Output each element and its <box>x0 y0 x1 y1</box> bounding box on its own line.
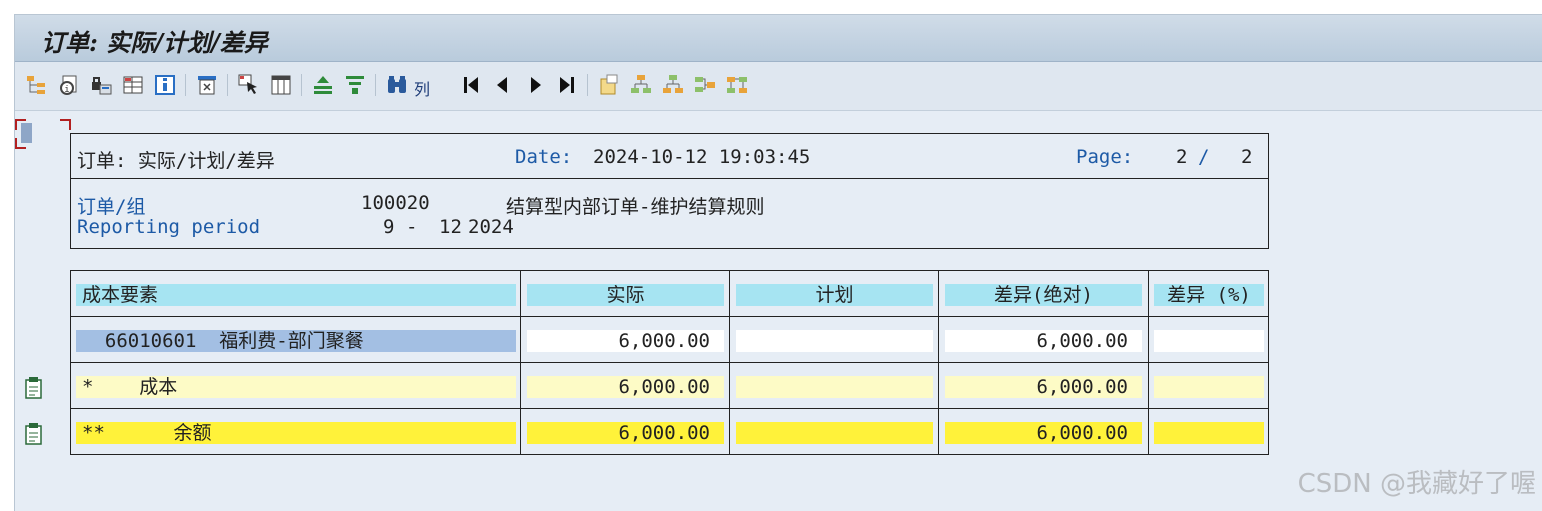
new-doc-icon[interactable] <box>597 73 621 97</box>
page-current: 2 <box>1176 146 1188 168</box>
actual-cell[interactable]: 6,000.00 <box>527 422 724 444</box>
columns-icon[interactable] <box>269 73 293 97</box>
order-description: 结算型内部订单-维护结算规则 <box>506 196 765 218</box>
toolbar: i 列 <box>15 62 1542 111</box>
next-page-icon[interactable] <box>523 73 547 97</box>
print-preview-icon[interactable] <box>195 73 219 97</box>
info-icon[interactable] <box>153 73 177 97</box>
column-header-actual[interactable]: 实际 <box>527 284 724 306</box>
table-row-total[interactable]: ** 余额 6,000.00 6,000.00 <box>71 409 1268 454</box>
lock-print-icon[interactable] <box>89 73 113 97</box>
plan-cell[interactable] <box>736 330 933 352</box>
period-from: 9 <box>383 216 395 238</box>
column-header-variance-abs[interactable]: 差异(绝对) <box>945 284 1142 306</box>
report-title: 订单: 实际/计划/差异 <box>77 150 275 172</box>
column-label[interactable]: 列 <box>414 76 430 100</box>
previous-page-icon[interactable] <box>491 73 515 97</box>
variance-pct-cell[interactable] <box>1154 422 1264 444</box>
table-row-subtotal[interactable]: * 成本 6,000.00 6,000.00 <box>71 363 1268 409</box>
select-cursor-icon[interactable] <box>237 73 261 97</box>
grid-layout-icon[interactable] <box>121 73 145 97</box>
toolbar-separator <box>301 74 302 96</box>
collapse-tree-icon[interactable] <box>661 73 685 97</box>
plan-cell[interactable] <box>736 422 933 444</box>
toolbar-separator <box>227 74 228 96</box>
cost-element-cell[interactable]: ** 余额 <box>76 422 516 444</box>
watermark: CSDN @我藏好了喔 <box>1297 469 1536 499</box>
actual-cell[interactable]: 6,000.00 <box>527 376 724 398</box>
toolbar-separator <box>375 74 376 96</box>
order-label: 订单/组 <box>77 196 146 218</box>
page-label: Page: <box>1076 146 1134 168</box>
date-value: 2024-10-12 19:03:45 <box>593 146 811 168</box>
column-header-variance-pct[interactable]: 差异 (%) <box>1154 284 1264 306</box>
toolbar-separator <box>587 74 588 96</box>
cost-table: 成本要素 实际 计划 差异(绝对) 差异 (%) 66010601 福利费-部门… <box>70 270 1269 455</box>
find-binoculars-icon[interactable] <box>385 73 409 97</box>
report-area: 订单: 实际/计划/差异 Date: 2024-10-12 19:03:45 P… <box>15 111 1542 511</box>
order-value: 100020 <box>361 192 430 214</box>
toolbar-separator <box>185 74 186 96</box>
period-year: 2024 <box>468 216 514 238</box>
table-header-row: 成本要素 实际 计划 差异(绝对) 差异 (%) <box>71 271 1268 317</box>
variance-pct-cell[interactable] <box>1154 330 1264 352</box>
cost-element-cell[interactable]: 66010601 福利费-部门聚餐 <box>76 330 516 352</box>
row-detail-icon[interactable] <box>23 376 45 400</box>
sum-up-icon[interactable] <box>311 73 335 97</box>
column-header-cost-element[interactable]: 成本要素 <box>76 284 516 306</box>
actual-cell[interactable]: 6,000.00 <box>527 330 724 352</box>
title-bar: 订单: 实际/计划/差异 <box>15 15 1542 62</box>
date-label: Date: <box>515 146 573 168</box>
cursor-marker <box>15 119 71 149</box>
plan-cell[interactable] <box>736 376 933 398</box>
table-row[interactable]: 66010601 福利费-部门聚餐 6,000.00 6,000.00 <box>71 317 1268 363</box>
variance-abs-cell[interactable]: 6,000.00 <box>945 422 1142 444</box>
column-header-plan[interactable]: 计划 <box>736 284 933 306</box>
sap-window: 订单: 实际/计划/差异 i 列 订单: 实际/计划/差异 Date: 2024… <box>14 14 1542 511</box>
variance-abs-cell[interactable]: 6,000.00 <box>945 376 1142 398</box>
copy-info-icon[interactable]: i <box>57 73 81 97</box>
hierarchy-icon[interactable] <box>25 73 49 97</box>
svg-text:i: i <box>64 85 69 95</box>
row-detail-icon[interactable] <box>23 422 45 446</box>
variance-pct-cell[interactable] <box>1154 376 1264 398</box>
window-title: 订单: 实际/计划/差异 <box>41 28 268 57</box>
last-page-icon[interactable] <box>555 73 579 97</box>
period-label: Reporting period <box>77 216 261 238</box>
period-to: 12 <box>439 216 462 238</box>
period-dash: - <box>406 216 418 238</box>
cost-element-cell[interactable]: * 成本 <box>76 376 516 398</box>
variance-abs-cell[interactable]: 6,000.00 <box>945 330 1142 352</box>
report-header: 订单: 实际/计划/差异 Date: 2024-10-12 19:03:45 P… <box>70 133 1269 249</box>
page-separator: / <box>1198 146 1210 168</box>
page-total: 2 <box>1241 146 1253 168</box>
first-page-icon[interactable] <box>459 73 483 97</box>
filter-icon[interactable] <box>343 73 367 97</box>
tree-node-icon[interactable] <box>693 73 717 97</box>
tree-config-icon[interactable] <box>725 73 749 97</box>
expand-tree-icon[interactable] <box>629 73 653 97</box>
